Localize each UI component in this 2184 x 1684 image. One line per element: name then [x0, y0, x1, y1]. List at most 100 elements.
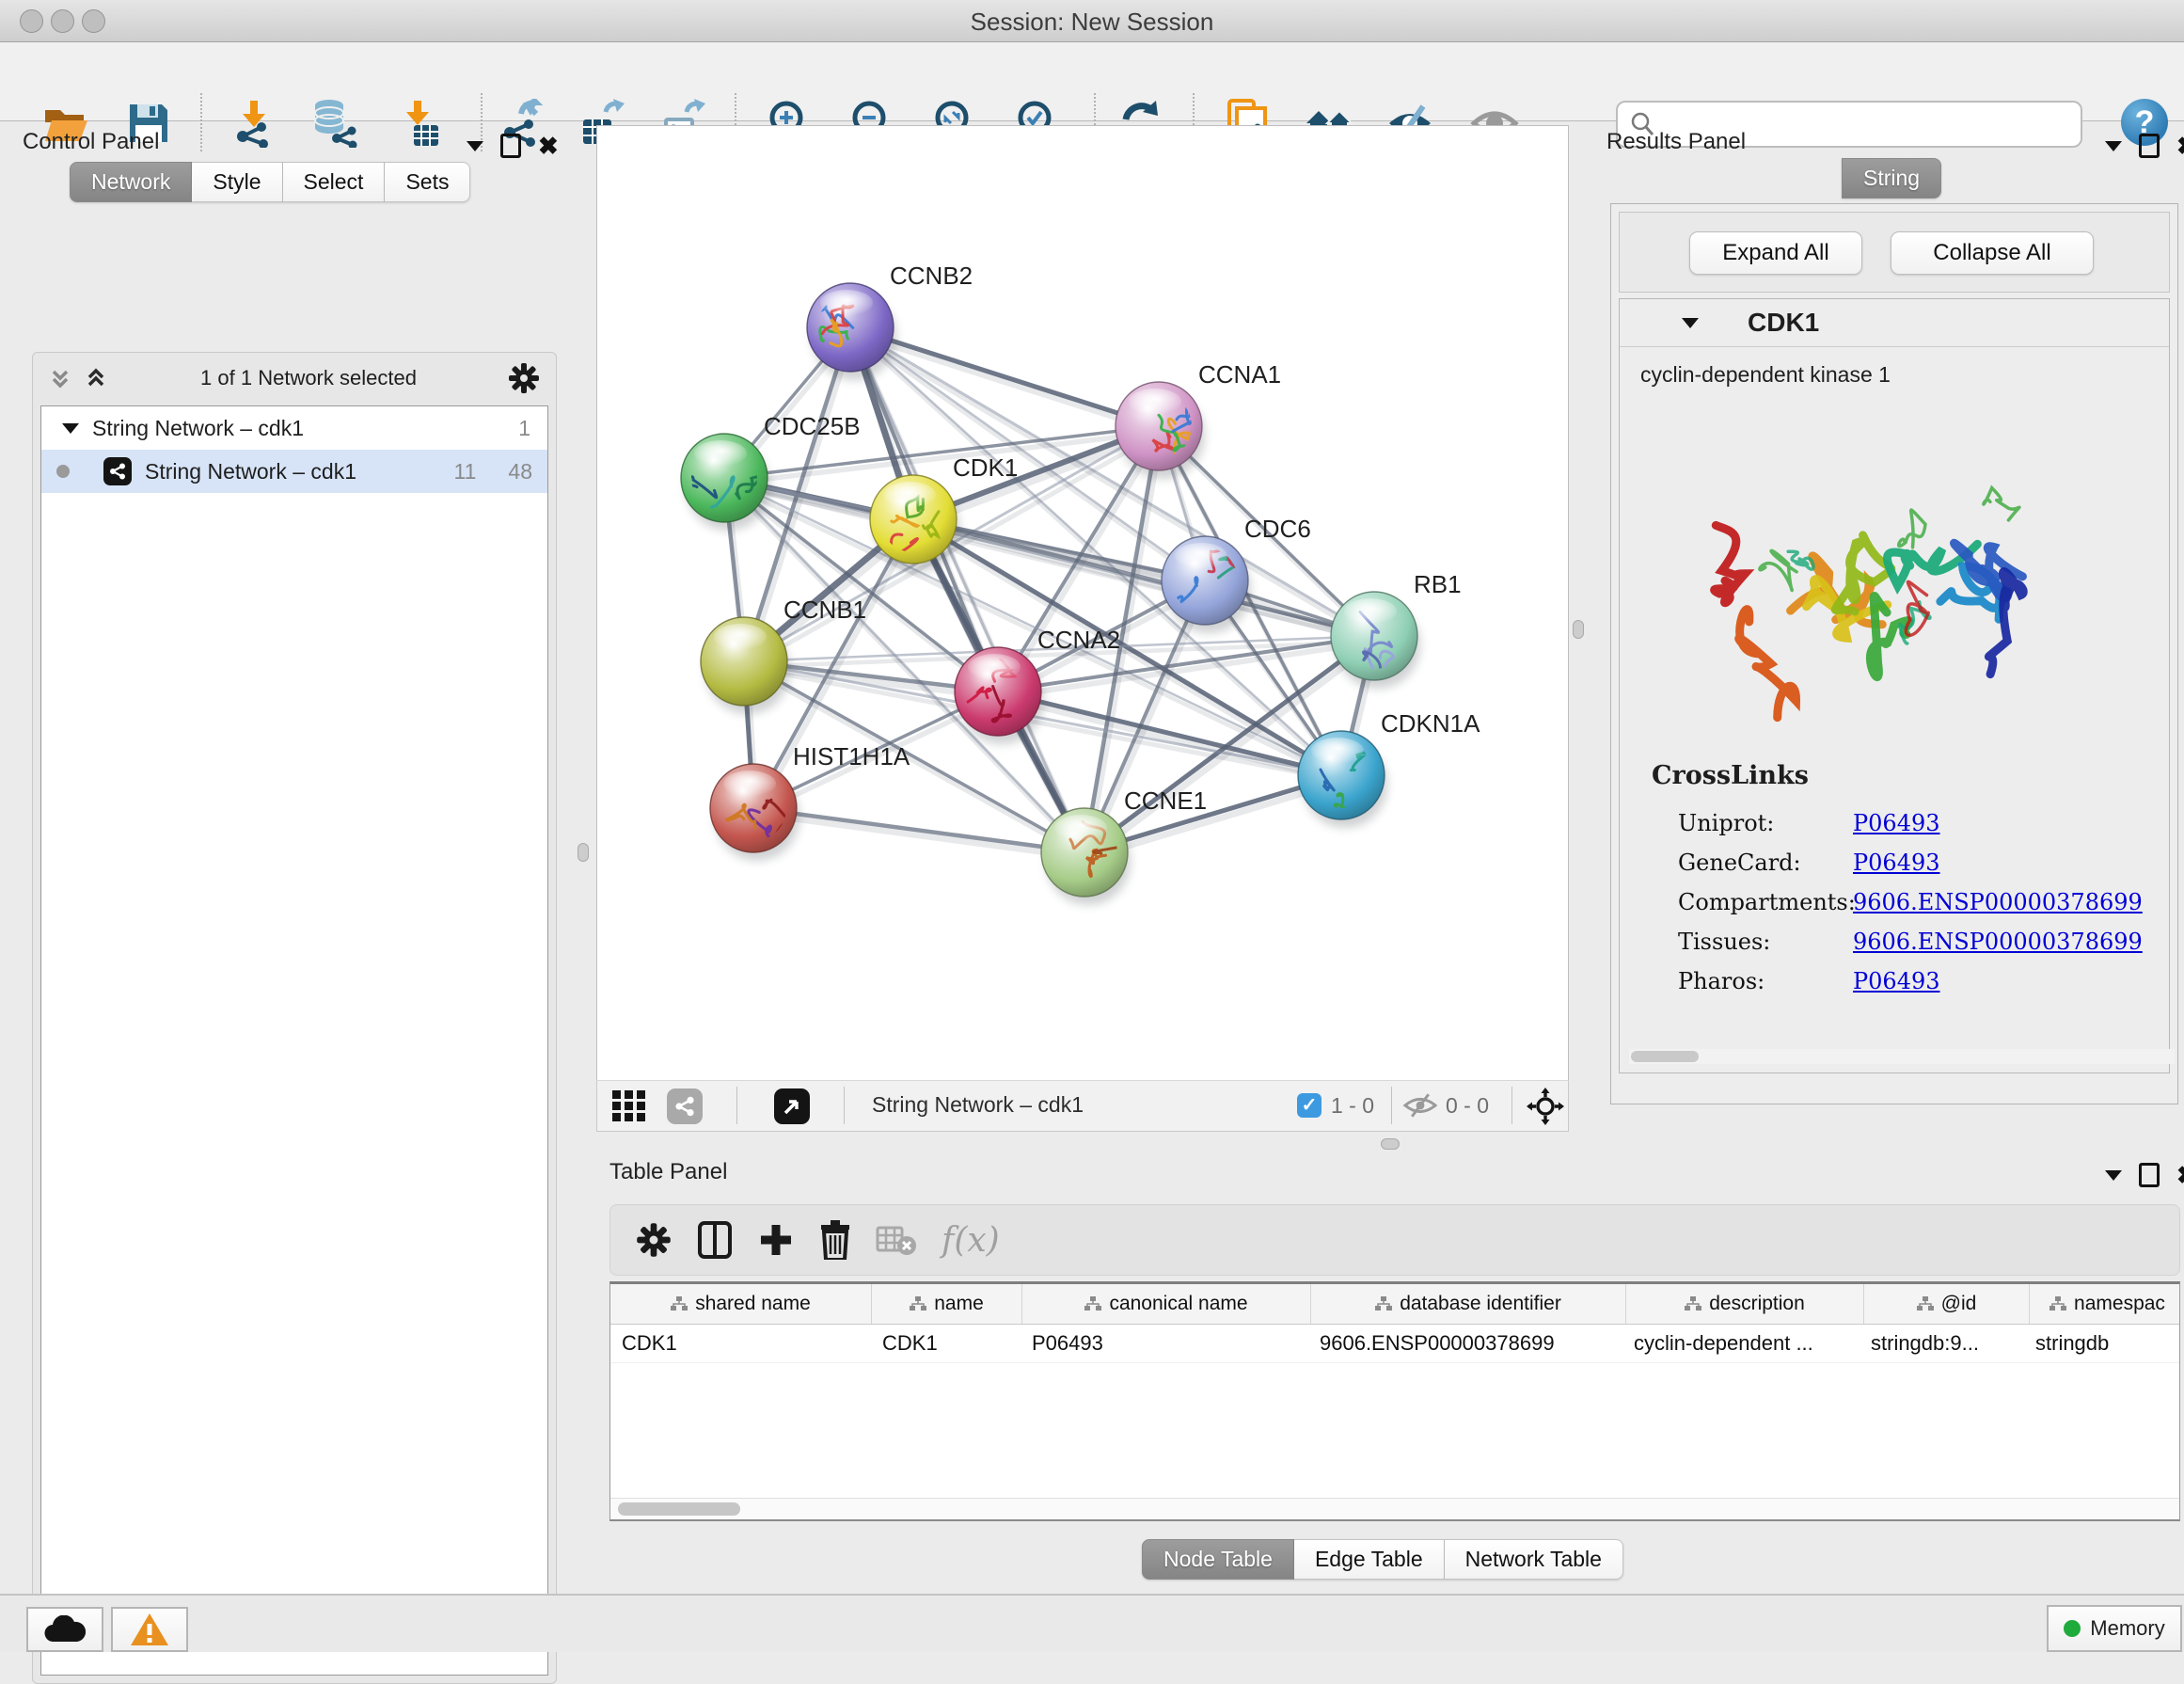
crosslink-link[interactable]: 9606.ENSP00000378699 — [1853, 929, 2143, 955]
network-edge-count: 48 — [508, 459, 532, 485]
memory-button[interactable]: Memory — [2047, 1605, 2182, 1652]
warning-icon — [130, 1612, 169, 1647]
tree-expander-icon[interactable] — [62, 423, 79, 434]
tab-network-table[interactable]: Network Table — [1445, 1539, 1623, 1580]
crosslink-row: GeneCard:P06493 — [1678, 850, 2169, 876]
table-panel-close-icon[interactable]: ✖ — [2176, 1166, 2184, 1184]
network-selected-summary: 1 of 1 Network selected — [110, 366, 507, 390]
control-panel-float-icon[interactable] — [500, 134, 521, 158]
results-panel-close-icon[interactable]: ✖ — [2176, 136, 2184, 155]
table-panel-title: Table Panel — [609, 1159, 727, 1185]
crosslink-link[interactable]: 9606.ENSP00000378699 — [1853, 889, 2143, 915]
column-header--id[interactable]: @id — [1864, 1284, 2030, 1324]
memory-status-dot — [2064, 1620, 2081, 1637]
memory-label: Memory — [2090, 1616, 2164, 1641]
selected-checkbox-icon[interactable]: ✓ — [1297, 1093, 1321, 1118]
node-label-CCNB1: CCNB1 — [783, 596, 866, 624]
table-cell[interactable]: P06493 — [1021, 1325, 1308, 1362]
control-panel-menu-icon[interactable] — [467, 141, 483, 151]
window-titlebar: Session: New Session — [0, 0, 2184, 42]
gene-section-header[interactable]: CDK1 — [1620, 299, 2169, 347]
table-cell[interactable]: cyclin-dependent ... — [1622, 1325, 1860, 1362]
column-header-database-identifier[interactable]: database identifier — [1311, 1284, 1626, 1324]
tab-network[interactable]: Network — [70, 162, 192, 202]
delete-trash-icon[interactable] — [819, 1220, 851, 1260]
collection-count: 1 — [518, 416, 530, 441]
tab-edge-table[interactable]: Edge Table — [1294, 1539, 1445, 1580]
tab-sets[interactable]: Sets — [385, 162, 470, 202]
warnings-button[interactable] — [111, 1607, 188, 1652]
network-label: String Network – cdk1 — [145, 459, 454, 485]
grid-view-icon[interactable] — [612, 1090, 648, 1122]
cloud-icon — [44, 1615, 86, 1644]
tab-select[interactable]: Select — [283, 162, 386, 202]
collapse-all-button[interactable]: Collapse All — [1891, 231, 2094, 275]
crosslink-row: Uniprot:P06493 — [1678, 810, 2169, 836]
crosslink-link[interactable]: P06493 — [1853, 850, 1940, 876]
gear-icon[interactable] — [507, 361, 541, 395]
results-panel-menu-icon[interactable] — [2105, 141, 2122, 151]
results-scrollbar[interactable] — [1629, 1049, 2175, 1064]
add-row-icon[interactable] — [757, 1221, 795, 1259]
crosslink-link[interactable]: P06493 — [1853, 968, 1940, 994]
hidden-count: 0 - 0 — [1446, 1093, 1489, 1119]
network-tree: String Network – cdk1 1 String Network –… — [40, 405, 548, 1676]
gene-section: CDK1 cyclin-dependent kinase 1 CrossLink… — [1619, 298, 2170, 1073]
table-row[interactable]: CDK1CDK1P064939606.ENSP00000378699cyclin… — [610, 1325, 2179, 1363]
expand-all-button[interactable]: Expand All — [1689, 231, 1862, 275]
crosslink-label: Tissues: — [1678, 929, 1853, 955]
table-cell[interactable]: CDK1 — [871, 1325, 1021, 1362]
results-panel-title: Results Panel — [1606, 129, 1746, 155]
add-column-icon[interactable] — [697, 1220, 733, 1260]
control-panel-close-icon[interactable]: ✖ — [538, 136, 559, 155]
edge-CCNB2-CCNA1[interactable] — [850, 327, 1159, 426]
tab-node-table[interactable]: Node Table — [1142, 1539, 1294, 1580]
crosslinks-list: Uniprot:P06493GeneCard:P06493Compartment… — [1620, 797, 2169, 1008]
table-panel-tabs: Node TableEdge TableNetwork Table — [1142, 1539, 1623, 1580]
results-panel-float-icon[interactable] — [2139, 134, 2160, 158]
network-collection-box: 1 of 1 Network selected String Network –… — [32, 352, 557, 1684]
table-cell[interactable]: stringdb:9... — [1860, 1325, 2024, 1362]
table-cell[interactable]: stringdb — [2024, 1325, 2179, 1362]
network-status-dot — [56, 465, 70, 478]
column-header-name[interactable]: name — [872, 1284, 1022, 1324]
vertical-splitter-handle[interactable] — [578, 843, 589, 862]
network-share-icon — [103, 457, 132, 485]
crosslink-label: Uniprot: — [1678, 810, 1853, 836]
column-header-canonical-name[interactable]: canonical name — [1022, 1284, 1311, 1324]
crosslink-link[interactable]: P06493 — [1853, 810, 1940, 836]
birds-eye-view-icon[interactable] — [774, 1088, 810, 1124]
table-gear-icon[interactable] — [635, 1221, 673, 1259]
tab-style[interactable]: Style — [192, 162, 282, 202]
protein-structure-image — [1695, 422, 2071, 742]
table-cell[interactable]: CDK1 — [610, 1325, 871, 1362]
column-header-description[interactable]: description — [1626, 1284, 1864, 1324]
status-bar: Memory — [0, 1594, 2184, 1652]
vertical-splitter-handle[interactable] — [1573, 620, 1584, 639]
crosslink-row: Tissues:9606.ENSP00000378699 — [1678, 929, 2169, 955]
network-collection-row[interactable]: String Network – cdk1 1 — [41, 406, 547, 450]
column-header-namespac[interactable]: namespac — [2030, 1284, 2184, 1324]
network-canvas[interactable]: CCNB2CCNA1CDC25BCDK1CDC6RB1CCNB1CCNA2CDK… — [596, 125, 1569, 1081]
table-body: CDK1CDK1P064939606.ENSP00000378699cyclin… — [610, 1325, 2179, 1363]
table-cell[interactable]: 9606.ENSP00000378699 — [1308, 1325, 1622, 1362]
node-label-CDC25B: CDC25B — [764, 412, 861, 440]
network-row[interactable]: String Network – cdk1 11 48 — [41, 450, 547, 493]
table-panel-float-icon[interactable] — [2139, 1163, 2160, 1187]
collapse-all-icon[interactable] — [46, 364, 74, 392]
table-hscrollbar[interactable] — [610, 1498, 2179, 1519]
network-share-view-icon[interactable] — [667, 1088, 703, 1124]
delete-table-icon-disabled — [876, 1224, 917, 1256]
table-panel-menu-icon[interactable] — [2105, 1170, 2122, 1181]
node-label-CCNB2: CCNB2 — [890, 262, 973, 290]
node-label-CDK1: CDK1 — [953, 453, 1018, 482]
column-header-shared-name[interactable]: shared name — [610, 1284, 872, 1324]
tab-string[interactable]: String — [1842, 158, 1941, 199]
node-label-CCNA1: CCNA1 — [1198, 360, 1281, 389]
horizontal-splitter-handle[interactable] — [1381, 1138, 1400, 1150]
section-expander-icon[interactable] — [1682, 318, 1699, 328]
crosshair-icon[interactable] — [1527, 1088, 1564, 1125]
crosslink-row: Pharos:P06493 — [1678, 968, 2169, 994]
cloud-button[interactable] — [26, 1607, 103, 1652]
expand-all-icon[interactable] — [82, 364, 110, 392]
